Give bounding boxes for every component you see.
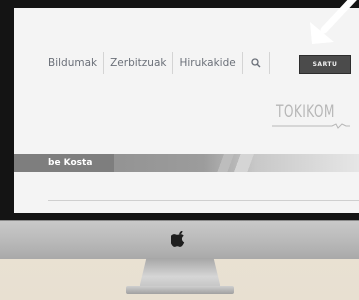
search-icon	[251, 58, 261, 68]
imac-scene: Bildumak Zerbitzuak Hirukakide SARTU TOK…	[0, 0, 359, 300]
site-navigation: Bildumak Zerbitzuak Hirukakide	[14, 52, 270, 74]
apple-logo-icon	[171, 231, 185, 247]
monitor-stand-foot	[126, 286, 234, 294]
nav-item-zerbitzuak[interactable]: Zerbitzuak	[104, 52, 174, 74]
search-button[interactable]	[243, 52, 270, 74]
section-banner-stripes	[204, 154, 264, 172]
login-button[interactable]: SARTU	[299, 55, 351, 74]
logo-underline	[272, 123, 350, 129]
site-logo: TOKIKOM	[276, 102, 335, 122]
nav-item-bildumak[interactable]: Bildumak	[14, 52, 105, 74]
banner-title: be Kosta	[48, 158, 93, 168]
content-divider	[48, 200, 359, 201]
pointer-arrow-icon	[310, 0, 357, 44]
nav-item-hirukakide[interactable]: Hirukakide	[173, 52, 243, 74]
